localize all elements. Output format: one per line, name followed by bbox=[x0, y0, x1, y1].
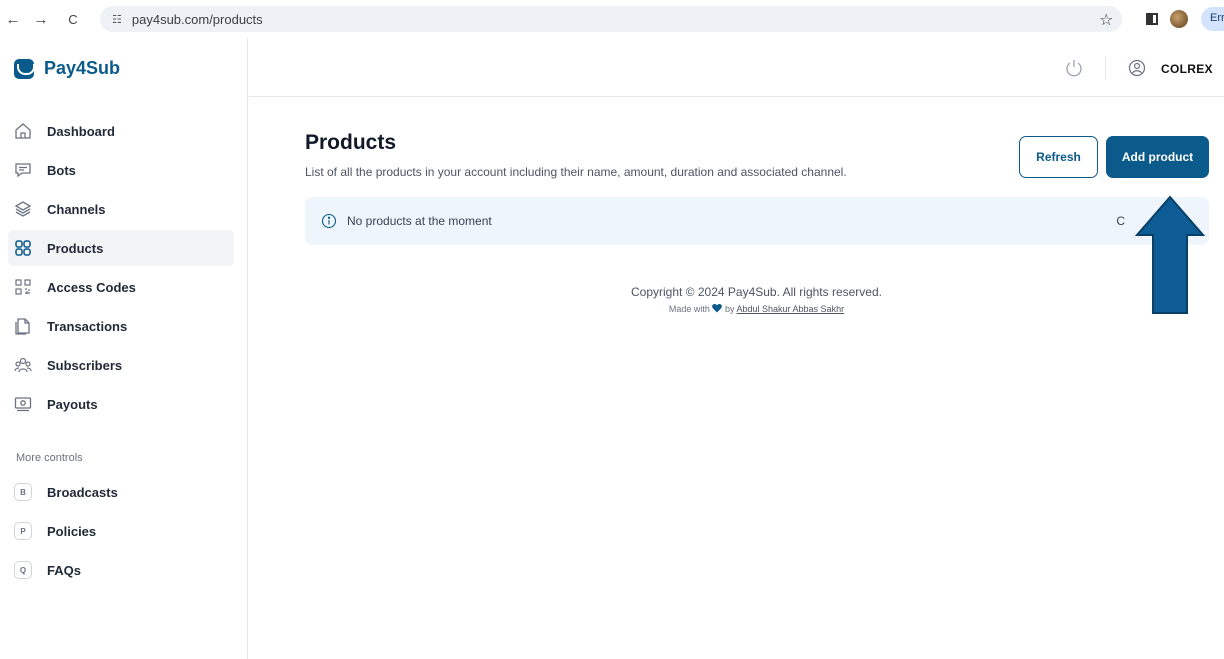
add-product-button[interactable]: Add product bbox=[1106, 136, 1209, 178]
sidebar-item-payouts[interactable]: Payouts bbox=[8, 386, 234, 422]
sidebar-item-label: Products bbox=[47, 240, 104, 256]
footer-made-with: Made with bbox=[668, 304, 710, 314]
alert-tail-text: C bbox=[1116, 214, 1125, 228]
power-icon[interactable] bbox=[1064, 58, 1084, 78]
sidebar-item-label: Transactions bbox=[47, 318, 128, 334]
empty-state-alert: No products at the moment C bbox=[305, 197, 1209, 245]
letter-badge: P bbox=[14, 522, 32, 540]
more-controls-label: More controls bbox=[16, 452, 83, 464]
sidebar-item-label: Subscribers bbox=[47, 357, 123, 373]
sidebar-item-label: Bots bbox=[47, 162, 76, 178]
reload-icon[interactable]: C bbox=[62, 12, 84, 27]
brand-name: Pay4Sub bbox=[44, 58, 121, 78]
back-icon[interactable]: ← bbox=[2, 11, 24, 28]
sidebar-nav: Dashboard Bots Channels Products Access … bbox=[8, 113, 234, 425]
sidebar-item-transactions[interactable]: Transactions bbox=[8, 308, 234, 344]
footer-by: by bbox=[724, 304, 735, 314]
more-controls-nav: B Broadcasts P Policies Q FAQs bbox=[8, 474, 234, 591]
sidebar-item-faqs[interactable]: Q FAQs bbox=[8, 552, 234, 588]
annotation-arrow-icon bbox=[1135, 195, 1205, 314]
sidebar-item-bots[interactable]: Bots bbox=[8, 152, 234, 188]
user-avatar-icon[interactable] bbox=[1128, 59, 1146, 77]
sidebar-item-label: Payouts bbox=[47, 396, 98, 412]
letter-badge: B bbox=[14, 483, 32, 501]
footer-copyright: Copyright © 2024 Pay4Sub. All rights res… bbox=[631, 285, 882, 299]
refresh-button[interactable]: Refresh bbox=[1019, 136, 1098, 178]
topbar: COLREX bbox=[249, 38, 1224, 97]
sidebar-item-label: Dashboard bbox=[47, 123, 115, 139]
sidebar-item-label: Access Codes bbox=[47, 279, 136, 295]
sidebar-item-broadcasts[interactable]: B Broadcasts bbox=[8, 474, 234, 510]
bookmark-star-icon[interactable]: ☆ bbox=[1099, 10, 1113, 30]
profile-button[interactable]: Err bbox=[1201, 7, 1224, 31]
sidebar-item-subscribers[interactable]: Subscribers bbox=[8, 347, 234, 383]
grid-icon bbox=[14, 239, 32, 257]
footer-credit: Made with by Abdul Shakur Abbas Sakhr bbox=[249, 304, 1224, 314]
money-icon bbox=[14, 395, 32, 413]
page-description: List of all the products in your account… bbox=[305, 165, 847, 179]
heart-icon bbox=[712, 304, 723, 313]
sidebar-item-access-codes[interactable]: Access Codes bbox=[8, 269, 234, 305]
users-icon bbox=[14, 356, 32, 374]
forward-icon[interactable]: → bbox=[30, 11, 52, 28]
address-url: pay4sub.com/products bbox=[131, 11, 263, 27]
sidebar-item-label: Policies bbox=[47, 523, 97, 539]
sidebar-item-label: Channels bbox=[47, 201, 106, 217]
sidebar-item-products[interactable]: Products bbox=[8, 230, 234, 266]
side-panel-icon[interactable] bbox=[1146, 13, 1158, 25]
logo-icon bbox=[14, 58, 35, 79]
site-settings-icon[interactable]: ☷ bbox=[112, 13, 122, 26]
sidebar: Pay4Sub Dashboard Bots Channels Products bbox=[0, 38, 248, 659]
user-name[interactable]: COLREX bbox=[1161, 62, 1213, 76]
page-title: Products bbox=[305, 131, 397, 154]
browser-toolbar: ← → C ☷ pay4sub.com/products ☆ Err bbox=[0, 0, 1224, 38]
sidebar-item-policies[interactable]: P Policies bbox=[8, 513, 234, 549]
author-link[interactable]: Abdul Shakur Abbas Sakhr bbox=[737, 304, 845, 314]
sidebar-item-label: Broadcasts bbox=[47, 484, 118, 500]
letter-badge: Q bbox=[14, 561, 32, 579]
info-icon bbox=[321, 213, 337, 229]
chat-icon bbox=[14, 161, 32, 179]
document-icon bbox=[14, 317, 32, 335]
logo[interactable]: Pay4Sub bbox=[14, 58, 120, 79]
extension-avatar-icon[interactable] bbox=[1170, 10, 1188, 28]
sidebar-item-channels[interactable]: Channels bbox=[8, 191, 234, 227]
topbar-divider bbox=[1105, 56, 1106, 80]
sidebar-item-label: FAQs bbox=[47, 562, 81, 578]
qr-icon bbox=[14, 278, 32, 296]
sidebar-item-dashboard[interactable]: Dashboard bbox=[8, 113, 234, 149]
empty-state-message: No products at the moment bbox=[347, 214, 492, 228]
address-bar[interactable]: ☷ pay4sub.com/products bbox=[100, 6, 1122, 32]
layers-icon bbox=[14, 200, 32, 218]
home-icon bbox=[14, 122, 32, 140]
